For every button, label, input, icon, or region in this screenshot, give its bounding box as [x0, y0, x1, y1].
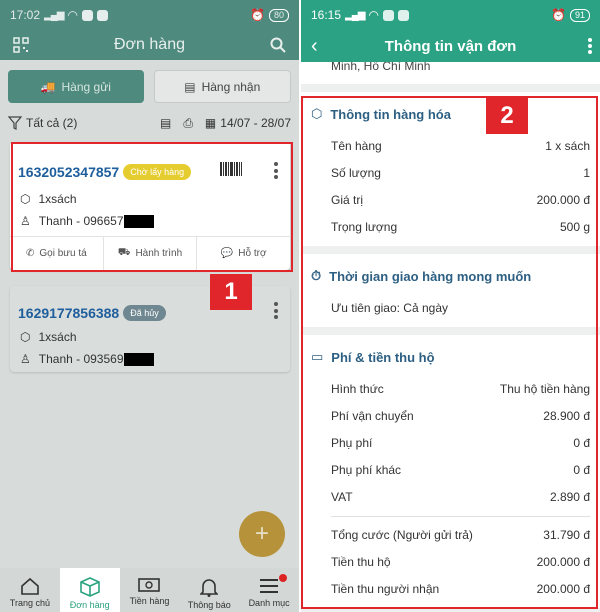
- bell-icon: [200, 579, 219, 597]
- box-icon: [79, 577, 100, 597]
- wifi-icon: ◠: [368, 8, 379, 22]
- signal-icon: ▂▄▆: [345, 9, 365, 21]
- app-icon: [81, 9, 93, 21]
- bottom-nav: Trang chủ Đơn hàng Tiền hàng Thông báo D…: [0, 568, 299, 612]
- orders-screen: 17:02 ▂▄▆ ◠ ⏰ 80 Đơn hàng 🚚 Hàng gửi ▤ H…: [0, 0, 299, 612]
- status-bar: 16:15 ▂▄▆ ◠ ⏰ 91: [301, 0, 600, 30]
- annotation-label: 1: [210, 274, 252, 310]
- app-header: Đơn hàng: [0, 30, 299, 60]
- tab-label: Hàng gửi: [61, 79, 111, 94]
- status-bar: 17:02 ▂▄▆ ◠ ⏰ 80: [0, 0, 299, 30]
- cash-icon: [138, 578, 161, 592]
- status-badge: Đã hủy: [123, 305, 166, 321]
- annotation-label: 2: [486, 98, 528, 134]
- nav-notifications[interactable]: Thông báo: [179, 568, 239, 612]
- nav-orders[interactable]: Đơn hàng: [59, 568, 120, 612]
- tab-label: Hàng nhận: [201, 79, 261, 94]
- nav-label: Đơn hàng: [69, 600, 110, 610]
- app-icon: [96, 9, 108, 21]
- alarm-icon: ⏰: [250, 8, 265, 22]
- tab-sent-goods[interactable]: 🚚 Hàng gửi: [8, 70, 144, 103]
- highlight-box: [11, 142, 293, 272]
- filter-icon: [8, 116, 22, 130]
- calendar-icon: ▦: [204, 116, 217, 130]
- person-icon: ♙: [20, 352, 31, 366]
- redacted-block: [123, 352, 154, 366]
- status-time: 17:02: [10, 8, 41, 22]
- order-contact: Thanh - 093569: [38, 352, 124, 366]
- date-range-picker[interactable]: ▦ 14/07 - 28/07: [205, 116, 291, 130]
- signal-icon: ▂▄▆: [44, 9, 64, 21]
- date-range-label: 14/07 - 28/07: [220, 116, 291, 130]
- nav-money[interactable]: Tiền hàng: [120, 568, 180, 612]
- address-tail: Minh, Hồ Chí Minh: [301, 62, 600, 84]
- app-icon: [382, 9, 394, 21]
- more-options-icon[interactable]: [588, 38, 592, 54]
- export-file-icon[interactable]: ▤: [160, 116, 171, 130]
- app-icon: [397, 9, 409, 21]
- order-item: 1xsách: [38, 330, 77, 344]
- nav-menu[interactable]: Danh mục: [239, 568, 299, 612]
- qr-scan-icon[interactable]: [12, 36, 30, 54]
- package-icon: ⬡: [20, 330, 31, 344]
- search-icon[interactable]: [269, 36, 287, 54]
- box-stack-icon: ▤: [184, 79, 196, 94]
- filter-label: Tất cả (2): [26, 116, 78, 130]
- nav-label: Danh mục: [248, 598, 290, 608]
- nav-label: Trang chủ: [9, 598, 50, 608]
- battery-indicator: 80: [268, 8, 289, 22]
- nav-label: Thông báo: [187, 600, 231, 610]
- home-icon: [21, 577, 39, 595]
- add-order-button[interactable]: +: [239, 511, 285, 557]
- menu-icon: [260, 579, 279, 593]
- tab-received-goods[interactable]: ▤ Hàng nhận: [153, 70, 291, 103]
- page-title: Đơn hàng: [114, 36, 185, 53]
- nav-home[interactable]: Trang chủ: [0, 568, 60, 612]
- truck-icon: 🚚: [40, 79, 56, 94]
- nav-label: Tiền hàng: [129, 596, 170, 606]
- wifi-icon: ◠: [67, 8, 78, 22]
- print-icon[interactable]: ⎙: [183, 116, 193, 131]
- more-options-icon[interactable]: [273, 302, 278, 319]
- filter-button[interactable]: Tất cả (2): [8, 116, 160, 130]
- highlight-box: [301, 96, 598, 609]
- order-number[interactable]: 1629177856388: [18, 305, 119, 321]
- battery-indicator: 91: [569, 8, 590, 22]
- alarm-icon: ⏰: [551, 8, 566, 22]
- page-title: Thông tin vận đơn: [384, 37, 517, 55]
- waybill-info-screen: 16:15 ▂▄▆ ◠ ⏰ 91 ‹ Thông tin vận đơn Min…: [301, 0, 600, 612]
- back-arrow-icon[interactable]: ‹: [311, 35, 318, 58]
- notification-dot: [278, 574, 287, 582]
- status-time: 16:15: [311, 8, 342, 22]
- app-header: ‹ Thông tin vận đơn: [301, 30, 600, 62]
